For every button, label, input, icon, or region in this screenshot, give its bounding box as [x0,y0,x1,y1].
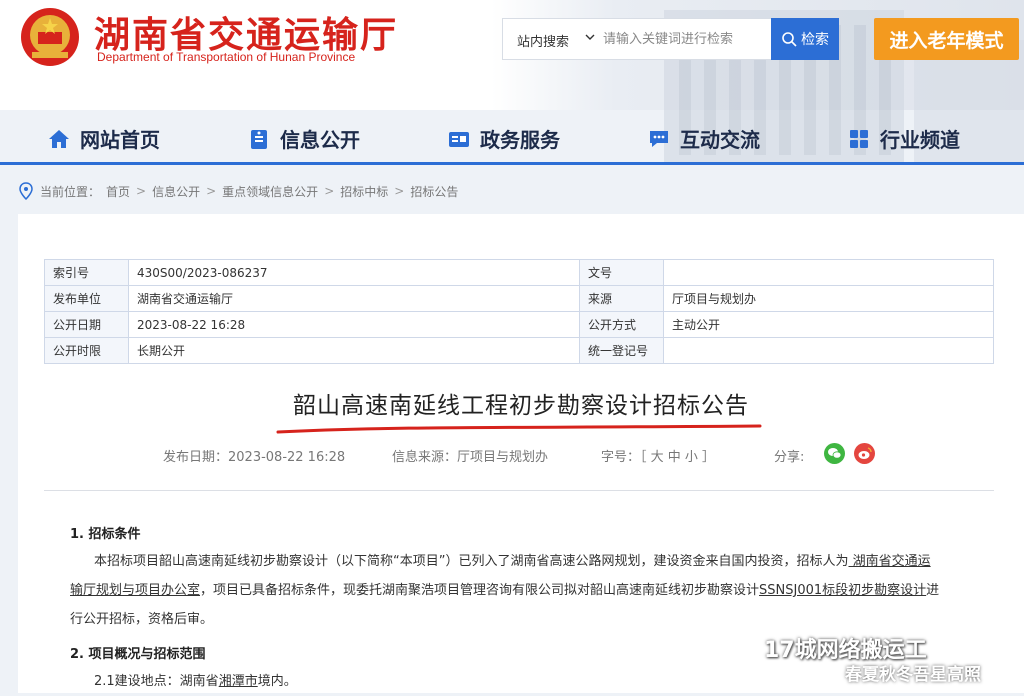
meta-value: 主动公开 [663,311,994,338]
search-input[interactable] [603,28,763,50]
breadcrumb-prefix: 当前位置： [40,184,101,199]
meta-key: 发布单位 [44,285,129,312]
breadcrumb-key-areas[interactable]: 重点领域信息公开 [222,183,318,200]
article-panel: 索引号 430S00/2023-086237 文号 发布单位 湖南省交通运输厅 … [18,214,1024,693]
doc-icon [251,129,267,149]
search-button[interactable]: 检索 [771,18,839,60]
info-source: 信息来源：厅项目与规划办 [392,450,549,465]
breadcrumb-sep: > [206,184,217,198]
site-header: 湖南省交通运输厅 Department of Transportation of… [0,0,1024,165]
nav-item-label: 网站首页 [80,128,160,152]
chevron-down-icon[interactable] [585,32,595,42]
share-label: 分享: [774,450,805,465]
home-icon [49,129,69,148]
meta-value: 2023-08-22 16:28 [128,311,580,338]
red-underline-annotation [276,424,762,434]
nav-item-label: 信息公开 [280,128,360,152]
breadcrumb-sep: > [136,184,147,198]
nav-item-label: 政务服务 [480,128,560,152]
meta-key: 统一登记号 [579,337,664,364]
location-pin-icon [19,182,33,200]
nav-item-info[interactable]: 信息公开 [248,124,360,153]
search-icon [782,32,797,47]
tenderer-link[interactable]: 湖南省交通运 [848,554,931,569]
breadcrumb-info[interactable]: 信息公开 [152,183,200,200]
wechat-share-icon[interactable] [824,443,845,464]
article-paragraph: 2.1建设地点：湖南省湘潭市境内。 [70,667,970,696]
article-paragraph: 输厅规划与项目办公室，项目已具备招标条件，现委托湖南聚浩项目管理咨询有限公司拟对… [70,576,970,605]
meta-value: 长期公开 [128,337,580,364]
elder-mode-button[interactable]: 进入老年模式 [874,18,1019,60]
meta-key: 索引号 [44,259,129,286]
main-nav: 网站首页 信息公开 政务服务 互动交流 行业频道 [0,110,1024,164]
watermark-subtext: 春夏秋冬吾星高照 [845,665,981,685]
breadcrumb-current[interactable]: 招标公告 [410,183,458,200]
table-row: 公开日期 2023-08-22 16:28 公开方式 主动公开 [44,311,994,338]
table-row: 发布单位 湖南省交通运输厅 来源 厅项目与规划办 [44,285,994,312]
meta-key: 公开日期 [44,311,129,338]
breadcrumb-sep: > [324,184,335,198]
divider [44,490,994,491]
site-subtitle: Department of Transportation of Hunan Pr… [97,50,356,64]
search-bar: 站内搜索 检索 [502,18,839,60]
para-text: 境内。 [257,674,297,689]
weibo-share-icon[interactable] [854,443,875,464]
breadcrumb: 当前位置： 首页 > 信息公开 > 重点领域信息公开 > 招标中标 > 招标公告 [18,182,458,200]
para-text: 本招标项目韶山高速南延线初步勘察设计（以下简称“本项目”）已列入了湖南省高速公路… [94,554,849,569]
font-size-switcher[interactable]: 字号：［ 大 中 小 ］ [601,446,715,465]
breadcrumb-home[interactable]: 首页 [106,183,130,200]
grid-icon [850,129,868,148]
search-scope-select[interactable]: 站内搜索 [517,31,569,50]
nav-item-industry[interactable]: 行业频道 [848,124,960,153]
meta-value: 湖南省交通运输厅 [128,285,580,312]
metadata-table: 索引号 430S00/2023-086237 文号 发布单位 湖南省交通运输厅 … [44,259,994,364]
lot-link[interactable]: SSNSJ001标段初步勘察设计 [759,583,926,598]
meta-key: 公开方式 [579,311,664,338]
meta-key: 来源 [579,285,664,312]
meta-value [663,259,994,286]
nav-item-interaction[interactable]: 互动交流 [648,124,760,153]
tenderer-link[interactable]: 输厅规划与项目办公室 [70,583,200,598]
nav-underline [0,162,1024,165]
article-paragraph: 行公开招标，资格后审。 [70,612,214,627]
nav-item-services[interactable]: 政务服务 [448,124,560,153]
location-link[interactable]: 湘潭市 [219,674,258,689]
para-text: ，项目已具备招标条件，现委托湖南聚浩项目管理咨询有限公司拟对韶山高速南延线初步勘… [200,583,760,598]
breadcrumb-bidding[interactable]: 招标中标 [340,183,388,200]
nav-item-home[interactable]: 网站首页 [48,124,160,153]
meta-key: 公开时限 [44,337,129,364]
meta-key: 文号 [579,259,664,286]
article-title: 韶山高速南延线工程初步勘察设计招标公告 [293,393,749,419]
article-paragraph: 本招标项目韶山高速南延线初步勘察设计（以下简称“本项目”）已列入了湖南省高速公路… [70,547,970,576]
national-emblem-logo [21,8,79,66]
table-row: 索引号 430S00/2023-086237 文号 [44,259,994,286]
meta-value: 厅项目与规划办 [663,285,994,312]
para-text: 进 [926,583,940,598]
nav-item-label: 行业频道 [880,128,960,152]
section-heading: 1. 招标条件 [70,527,141,542]
meta-value: 430S00/2023-086237 [128,259,580,286]
table-row: 公开时限 长期公开 统一登记号 [44,337,994,364]
para-text: 2.1建设地点：湖南省 [94,674,219,689]
chat-icon [650,130,668,147]
nav-item-label: 互动交流 [680,128,760,152]
search-button-label: 检索 [801,31,829,47]
meta-value [663,337,994,364]
card-icon [449,131,469,147]
section-heading: 2. 项目概况与招标范围 [70,647,206,662]
breadcrumb-sep: > [394,184,405,198]
publish-date: 发布日期：2023-08-22 16:28 [163,450,346,465]
